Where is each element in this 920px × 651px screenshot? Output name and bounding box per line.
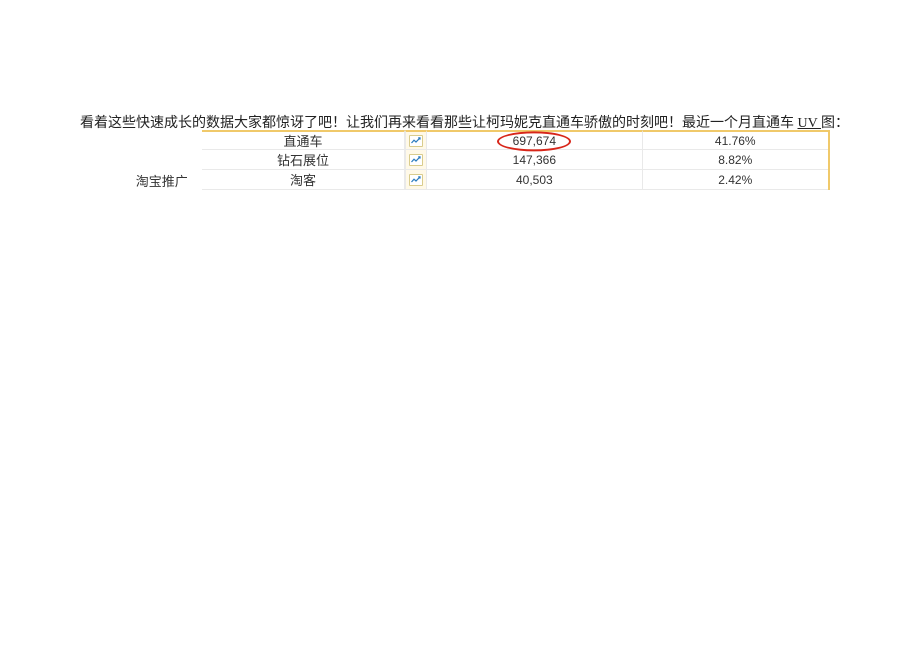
uv-label: UV [798, 116, 821, 131]
row-pct: 8.82% [643, 150, 828, 170]
trend-icon [409, 154, 423, 166]
row-pct: 41.76% [643, 130, 828, 150]
trend-icon [409, 174, 423, 186]
row-pct: 2.42% [643, 170, 828, 190]
table-row: 直通车 697,674 41.76% [126, 130, 828, 150]
category-label: 淘宝推广 [126, 170, 202, 190]
row-name: 钻石展位 [202, 150, 405, 170]
row-name: 直通车 [202, 130, 405, 150]
promo-table: 直通车 697,674 41.76% 钻石展位 147,366 8.82% 淘宝… [126, 130, 830, 190]
intro-prefix: 看着这些快速成长的数据大家都惊讶了吧！让我们再来看看那些让柯玛妮克直通车骄傲的时… [80, 116, 798, 131]
intro-text: 看着这些快速成长的数据大家都惊讶了吧！让我们再来看看那些让柯玛妮克直通车骄傲的时… [80, 112, 849, 132]
table-row: 钻石展位 147,366 8.82% [126, 150, 828, 170]
trend-cell[interactable] [405, 170, 427, 190]
table-row: 淘宝推广 淘客 40,503 2.42% [126, 170, 828, 190]
trend-icon [409, 135, 423, 147]
category-label-placeholder [126, 130, 202, 150]
trend-cell[interactable] [405, 150, 427, 170]
row-value: 697,674 [427, 130, 642, 150]
row-value: 147,366 [427, 150, 642, 170]
trend-cell[interactable] [405, 130, 427, 150]
value-text: 697,674 [513, 134, 556, 148]
row-name: 淘客 [202, 170, 405, 190]
category-label-placeholder [126, 150, 202, 170]
intro-suffix: 图： [821, 116, 849, 131]
row-value: 40,503 [427, 170, 642, 190]
